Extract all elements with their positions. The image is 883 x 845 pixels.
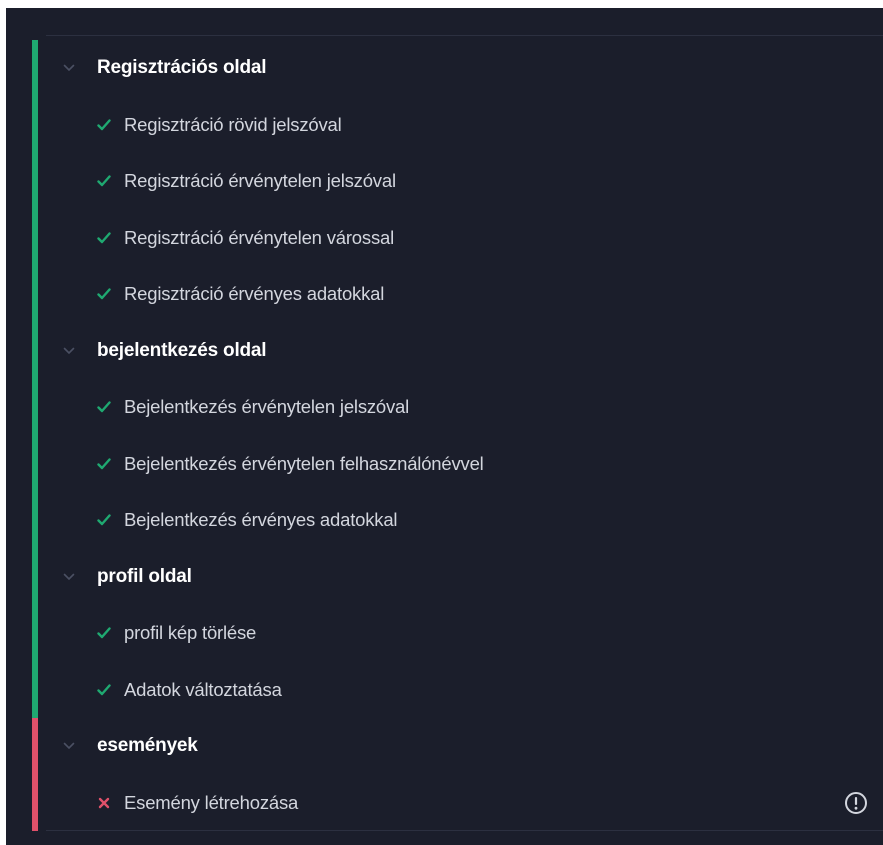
test-row[interactable]: Regisztráció érvénytelen várossal: [32, 210, 883, 267]
chevron-down-icon[interactable]: [62, 344, 76, 358]
test-label: Bejelentkezés érvényes adatokkal: [124, 509, 398, 531]
bottom-divider: [46, 830, 883, 831]
test-label: Regisztráció érvénytelen jelszóval: [124, 170, 396, 192]
chevron-down-icon[interactable]: [62, 61, 76, 75]
checkmark-icon: [96, 399, 112, 415]
cross-icon: [96, 795, 112, 811]
test-label: Regisztráció érvénytelen várossal: [124, 226, 394, 248]
checkmark-icon: [96, 286, 112, 302]
suite-login: bejelentkezés oldal Bejelentkezés érvény…: [32, 322, 883, 549]
test-results-panel: Regisztrációs oldal Regisztráció rövid j…: [6, 8, 883, 845]
test-label: Adatok változtatása: [124, 678, 282, 700]
exclamation-circle-icon[interactable]: [843, 790, 869, 816]
test-row[interactable]: Bejelentkezés érvényes adatokkal: [32, 492, 883, 549]
test-label: Regisztráció érvényes adatokkal: [124, 283, 385, 305]
suite-profile: profil oldal profil kép törlése Adatok v…: [32, 548, 883, 719]
suite-title: események: [97, 735, 198, 757]
chevron-down-icon[interactable]: [62, 570, 76, 584]
test-label: Bejelentkezés érvénytelen jelszóval: [124, 396, 410, 418]
checkmark-icon: [96, 682, 112, 698]
suite-header[interactable]: profil oldal: [32, 549, 883, 606]
checkmark-icon: [96, 117, 112, 133]
test-row[interactable]: Regisztráció érvénytelen jelszóval: [32, 153, 883, 210]
test-label: profil kép törlése: [124, 622, 257, 644]
test-row[interactable]: Regisztráció érvényes adatokkal: [32, 266, 883, 323]
screenshot-frame: Regisztrációs oldal Regisztráció rövid j…: [0, 0, 883, 845]
top-divider: [46, 35, 883, 36]
test-row[interactable]: Regisztráció rövid jelszóval: [32, 97, 883, 154]
checkmark-icon: [96, 456, 112, 472]
test-label: Bejelentkezés érvénytelen felhasználónév…: [124, 452, 484, 474]
suite-title: profil oldal: [97, 565, 192, 587]
test-label: Esemény létrehozása: [124, 791, 299, 813]
test-row[interactable]: profil kép törlése: [32, 605, 883, 662]
suite-header[interactable]: Regisztrációs oldal: [32, 40, 883, 97]
checkmark-icon: [96, 512, 112, 528]
checkmark-icon: [96, 230, 112, 246]
suite-events: események Esemény létrehozása: [32, 718, 883, 831]
suite-header[interactable]: események: [32, 718, 883, 775]
test-label: Regisztráció rövid jelszóval: [124, 113, 342, 135]
chevron-down-icon[interactable]: [62, 739, 76, 753]
test-row[interactable]: Bejelentkezés érvénytelen felhasználónév…: [32, 436, 883, 493]
suite-title: bejelentkezés oldal: [97, 339, 267, 361]
test-row[interactable]: Esemény létrehozása: [32, 775, 883, 832]
suite-title: Regisztrációs oldal: [97, 57, 267, 79]
suite-registration: Regisztrációs oldal Regisztráció rövid j…: [32, 40, 883, 323]
test-row[interactable]: Bejelentkezés érvénytelen jelszóval: [32, 379, 883, 436]
test-row[interactable]: Adatok változtatása: [32, 662, 883, 719]
suite-header[interactable]: bejelentkezés oldal: [32, 323, 883, 380]
checkmark-icon: [96, 625, 112, 641]
checkmark-icon: [96, 173, 112, 189]
